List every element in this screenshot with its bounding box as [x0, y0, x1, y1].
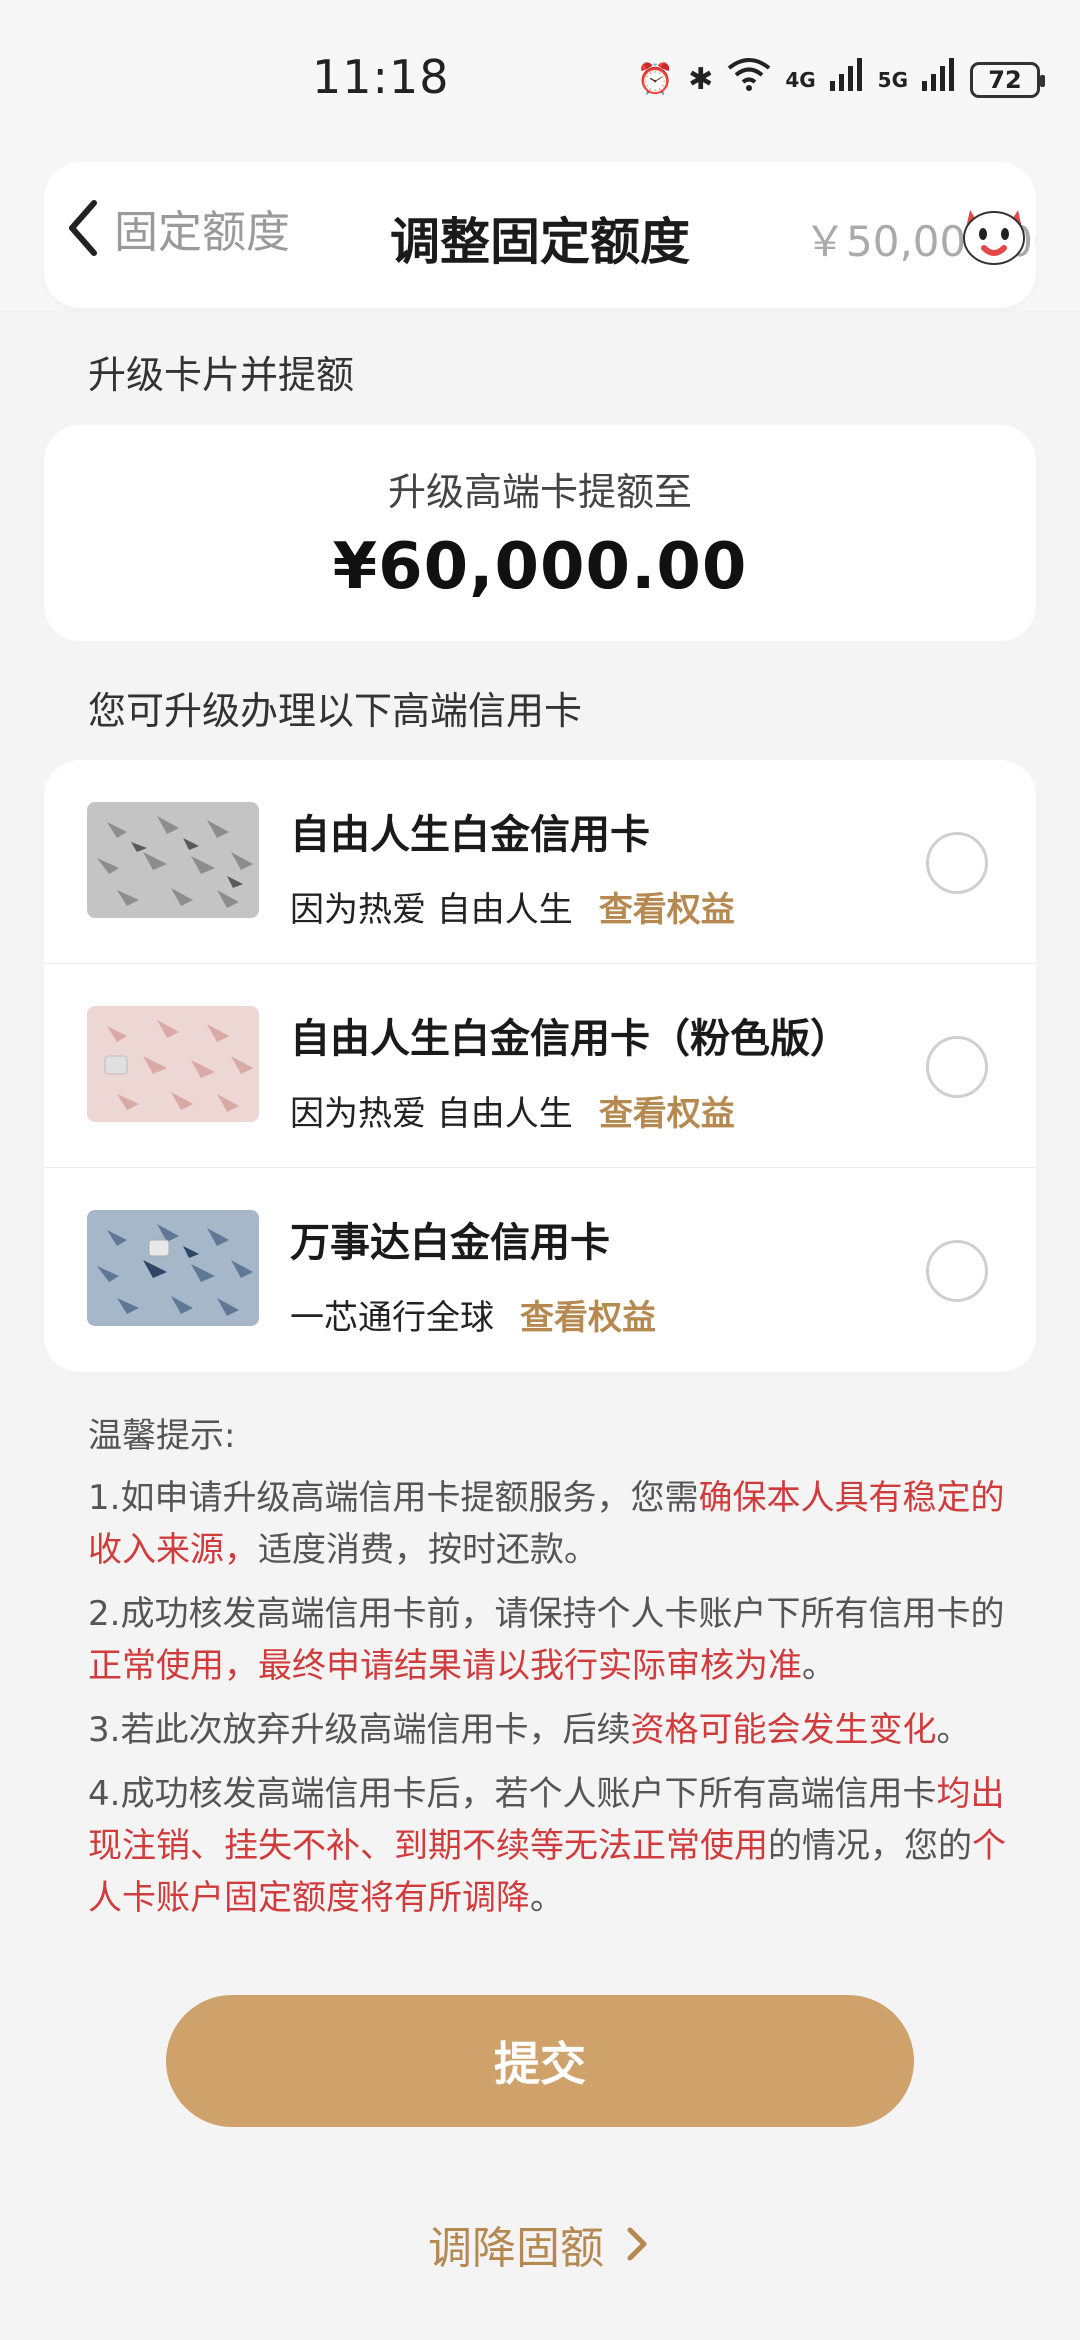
card-description: 因为热爱 自由人生 [290, 890, 573, 930]
tip-text: 。 [530, 1878, 564, 1918]
card-option-platinum-pink[interactable]: 自由人生白金信用卡（粉色版） 因为热爱 自由人生 查看权益 [44, 964, 1036, 1168]
tip-item: 3.若此次放弃升级高端信用卡，后续资格可能会发生变化。 [88, 1704, 1008, 1756]
battery-icon: 72 [970, 62, 1045, 98]
tip-highlight: 资格可能会发生变化 [630, 1710, 937, 1750]
bluetooth-icon: ✱ [688, 62, 714, 97]
status-time: 11:18 [312, 50, 450, 104]
tip-highlight: 正常使用，最终申请结果请以我行实际审核为准 [88, 1646, 802, 1686]
tips-list: 1.如申请升级高端信用卡提额服务，您需确保本人具有稳定的收入来源，适度消费，按时… [88, 1472, 1008, 1924]
upgrade-limit-subtitle: 升级高端卡提额至 [387, 470, 692, 514]
view-benefits-link[interactable]: 查看权益 [599, 882, 735, 931]
card-name: 自由人生白金信用卡（粉色版） [290, 1016, 850, 1062]
chevron-right-icon [627, 2227, 647, 2261]
signal-5g-icon: 5G [877, 68, 908, 92]
card-list: 自由人生白金信用卡 因为热爱 自由人生 查看权益 自由人生白金信用卡（粉色版） … [44, 760, 1036, 1372]
alarm-icon: ⏰ [636, 62, 675, 97]
card-select-radio[interactable] [926, 832, 988, 894]
signal-bars-icon [829, 57, 864, 104]
upgrade-limit-card: 升级高端卡提额至 ¥60,000.00 [44, 425, 1036, 641]
card-image [87, 802, 259, 918]
tip-text: 。 [802, 1646, 836, 1686]
card-desc-row: 因为热爱 自由人生 查看权益 [290, 882, 735, 931]
submit-button[interactable]: 提交 [166, 1995, 914, 2127]
view-benefits-link[interactable]: 查看权益 [599, 1086, 735, 1135]
battery-level: 72 [988, 66, 1022, 94]
card-image [87, 1210, 259, 1326]
reduce-limit-link[interactable]: 调降固额 [0, 2212, 1080, 2276]
card-image [87, 1006, 259, 1122]
tip-text: 4.成功核发高端信用卡后，若个人账户下所有高端信用卡 [88, 1774, 937, 1814]
tip-text: 的情况，您的 [768, 1826, 972, 1866]
tip-text: 3.若此次放弃升级高端信用卡，后续 [88, 1710, 631, 1750]
card-name: 万事达白金信用卡 [290, 1220, 610, 1266]
tip-item: 2.成功核发高端信用卡前，请保持个人卡账户下所有信用卡的正常使用，最终申请结果请… [88, 1588, 1008, 1692]
card-description: 因为热爱 自由人生 [290, 1094, 573, 1134]
card-name: 自由人生白金信用卡 [290, 812, 650, 858]
status-bar: 11:18 ⏰ ✱ 4G 5G 72 [0, 0, 1080, 150]
tip-text: 2.成功核发高端信用卡前，请保持个人卡账户下所有信用卡的 [88, 1594, 1005, 1634]
signal-4g-icon: 4G [785, 68, 816, 92]
tips-section: 温馨提示: 1.如申请升级高端信用卡提额服务，您需确保本人具有稳定的收入来源，适… [88, 1410, 1008, 1936]
wifi-icon [727, 56, 771, 105]
header: 固定额度 调整固定额度 ￥50,000.00 [44, 162, 1036, 308]
card-desc-row: 因为热爱 自由人生 查看权益 [290, 1086, 735, 1135]
current-limit-area: ￥50,000.00 [798, 208, 1036, 268]
view-benefits-link[interactable]: 查看权益 [520, 1290, 656, 1339]
tip-text: 。 [936, 1710, 971, 1750]
cards-section-title: 您可升级办理以下高端信用卡 [88, 689, 583, 733]
card-option-platinum[interactable]: 自由人生白金信用卡 因为热爱 自由人生 查看权益 [44, 760, 1036, 964]
card-select-radio[interactable] [926, 1036, 988, 1098]
cat-mascot-icon[interactable] [956, 208, 1032, 268]
tip-text: 1.如申请升级高端信用卡提额服务，您需 [88, 1478, 699, 1518]
tip-item: 4.成功核发高端信用卡后，若个人账户下所有高端信用卡均出现注销、挂失不补、到期不… [88, 1768, 1008, 1924]
tip-text: 适度消费，按时还款。 [258, 1530, 598, 1570]
card-option-mastercard[interactable]: 万事达白金信用卡 一芯通行全球 查看权益 [44, 1168, 1036, 1372]
signal-bars-icon [922, 57, 956, 104]
tips-title: 温馨提示: [88, 1416, 236, 1456]
status-icons: ⏰ ✱ 4G 5G 72 [636, 56, 1045, 105]
reduce-limit-label: 调降固额 [428, 2223, 604, 2274]
card-description: 一芯通行全球 [290, 1298, 494, 1338]
header-container: 固定额度 调整固定额度 ￥50,000.00 [0, 150, 1080, 310]
upgrade-limit-amount: ¥60,000.00 [332, 530, 748, 604]
card-desc-row: 一芯通行全球 查看权益 [290, 1290, 656, 1339]
tip-item: 1.如申请升级高端信用卡提额服务，您需确保本人具有稳定的收入来源，适度消费，按时… [88, 1472, 1008, 1576]
upgrade-section-title: 升级卡片并提额 [88, 353, 355, 397]
card-select-radio[interactable] [926, 1240, 988, 1302]
page: 11:18 ⏰ ✱ 4G 5G 72 固定额度 调整固定额度 ￥50,000.0… [0, 0, 1080, 2340]
